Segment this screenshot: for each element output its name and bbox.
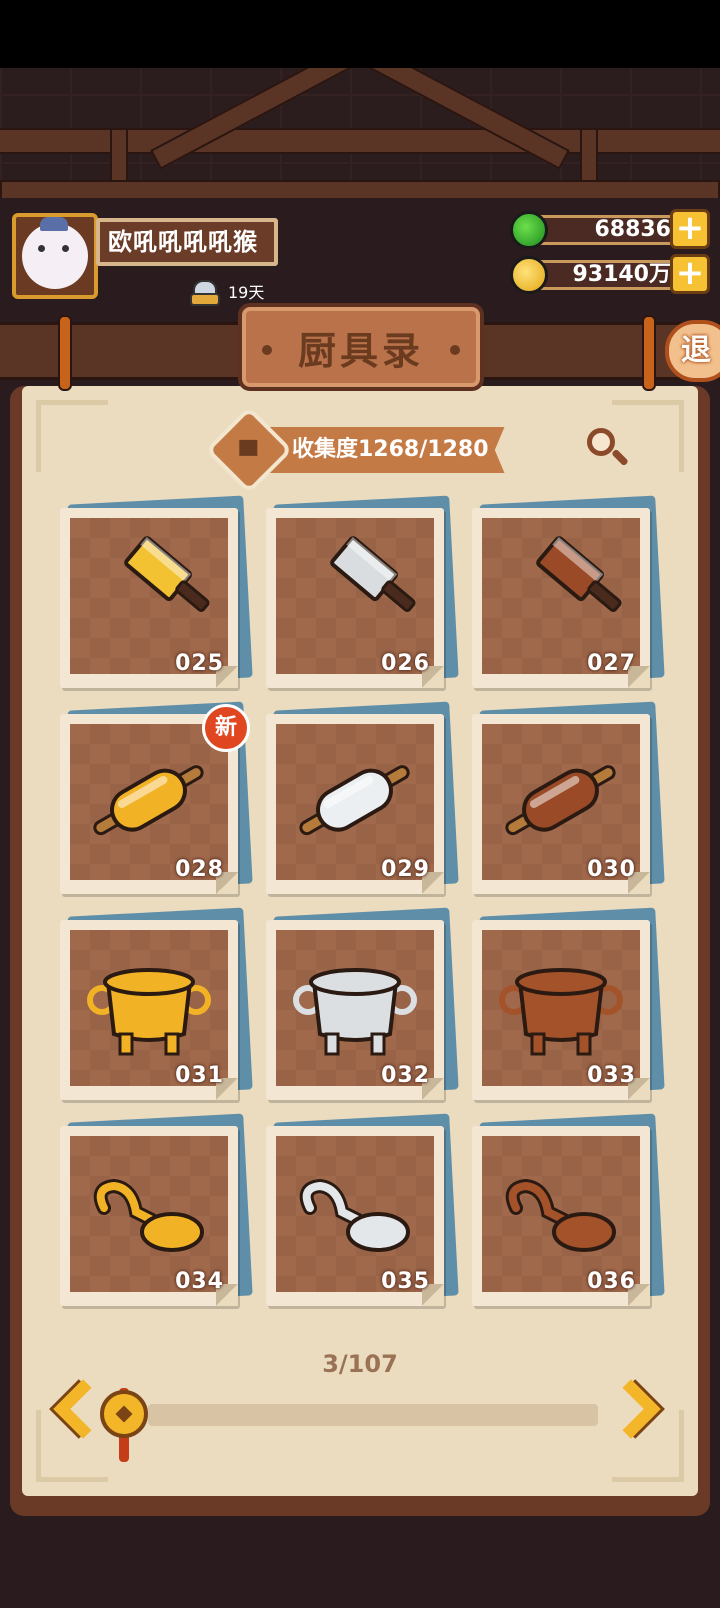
jade-amount: 68836 — [528, 215, 688, 245]
page-indicator: 3/107 — [322, 1350, 398, 1378]
item-number: 030 — [587, 857, 636, 882]
roof-beams-background — [0, 68, 720, 198]
add-jade-button[interactable]: + — [670, 209, 710, 249]
item-card-034[interactable]: 034 — [60, 1113, 253, 1306]
item-number: 027 — [587, 651, 636, 676]
player-name: 欧吼吼吼吼猴 — [96, 218, 278, 266]
add-coins-button[interactable]: + — [670, 254, 710, 294]
item-card-035[interactable]: 035 — [266, 1113, 459, 1306]
item-card-027[interactable]: 027 — [472, 495, 665, 688]
item-number: 032 — [381, 1063, 430, 1088]
collection-label: 收集度1268/1280 — [262, 427, 505, 473]
item-card-025[interactable]: 025 — [60, 495, 253, 688]
rail-peg-left — [58, 315, 72, 391]
item-number: 035 — [381, 1269, 430, 1294]
item-number: 029 — [381, 857, 430, 882]
new-badge: 新 — [202, 704, 250, 752]
avatar — [22, 217, 88, 289]
item-card-032[interactable]: 032 — [266, 907, 459, 1100]
page-title-plate: 厨具录 — [238, 303, 484, 391]
item-card-028[interactable]: 028 新 — [60, 701, 253, 894]
item-number: 034 — [175, 1269, 224, 1294]
item-card-030[interactable]: 030 — [472, 701, 665, 894]
next-page-button[interactable] — [601, 1379, 664, 1446]
coin-resource: 93140万 + — [510, 254, 710, 294]
item-card-036[interactable]: 036 — [472, 1113, 665, 1306]
status-bar — [0, 0, 720, 68]
item-card-029[interactable]: 029 — [266, 701, 459, 894]
days-counter: 19天 — [190, 278, 265, 306]
player-avatar-button[interactable] — [12, 213, 98, 299]
exit-button[interactable]: 退 — [665, 320, 720, 382]
search-button[interactable] — [585, 426, 631, 472]
item-number: 033 — [587, 1063, 636, 1088]
previous-page-button[interactable] — [48, 1379, 113, 1446]
page-slider-track[interactable] — [148, 1404, 598, 1426]
item-card-031[interactable]: 031 — [60, 907, 253, 1100]
magnifier-icon — [587, 428, 615, 456]
jade-resource: 68836 + — [510, 209, 710, 249]
item-card-033[interactable]: 033 — [472, 907, 665, 1100]
coin-icon — [510, 256, 548, 294]
jade-icon — [510, 211, 548, 249]
page-slider-handle[interactable] — [100, 1390, 148, 1438]
item-number: 026 — [381, 651, 430, 676]
coin-amount: 93140万 — [528, 260, 688, 290]
collection-progress: 收集度1268/1280 — [205, 406, 505, 494]
item-number: 031 — [175, 1063, 224, 1088]
page-title: 厨具录 — [297, 328, 424, 373]
days-label: 19天 — [228, 283, 265, 302]
item-card-026[interactable]: 026 — [266, 495, 459, 688]
rail-peg-right — [642, 315, 656, 391]
item-number: 025 — [175, 651, 224, 676]
item-number: 028 — [175, 857, 224, 882]
item-number: 036 — [587, 1269, 636, 1294]
chef-hat-icon — [190, 278, 220, 306]
